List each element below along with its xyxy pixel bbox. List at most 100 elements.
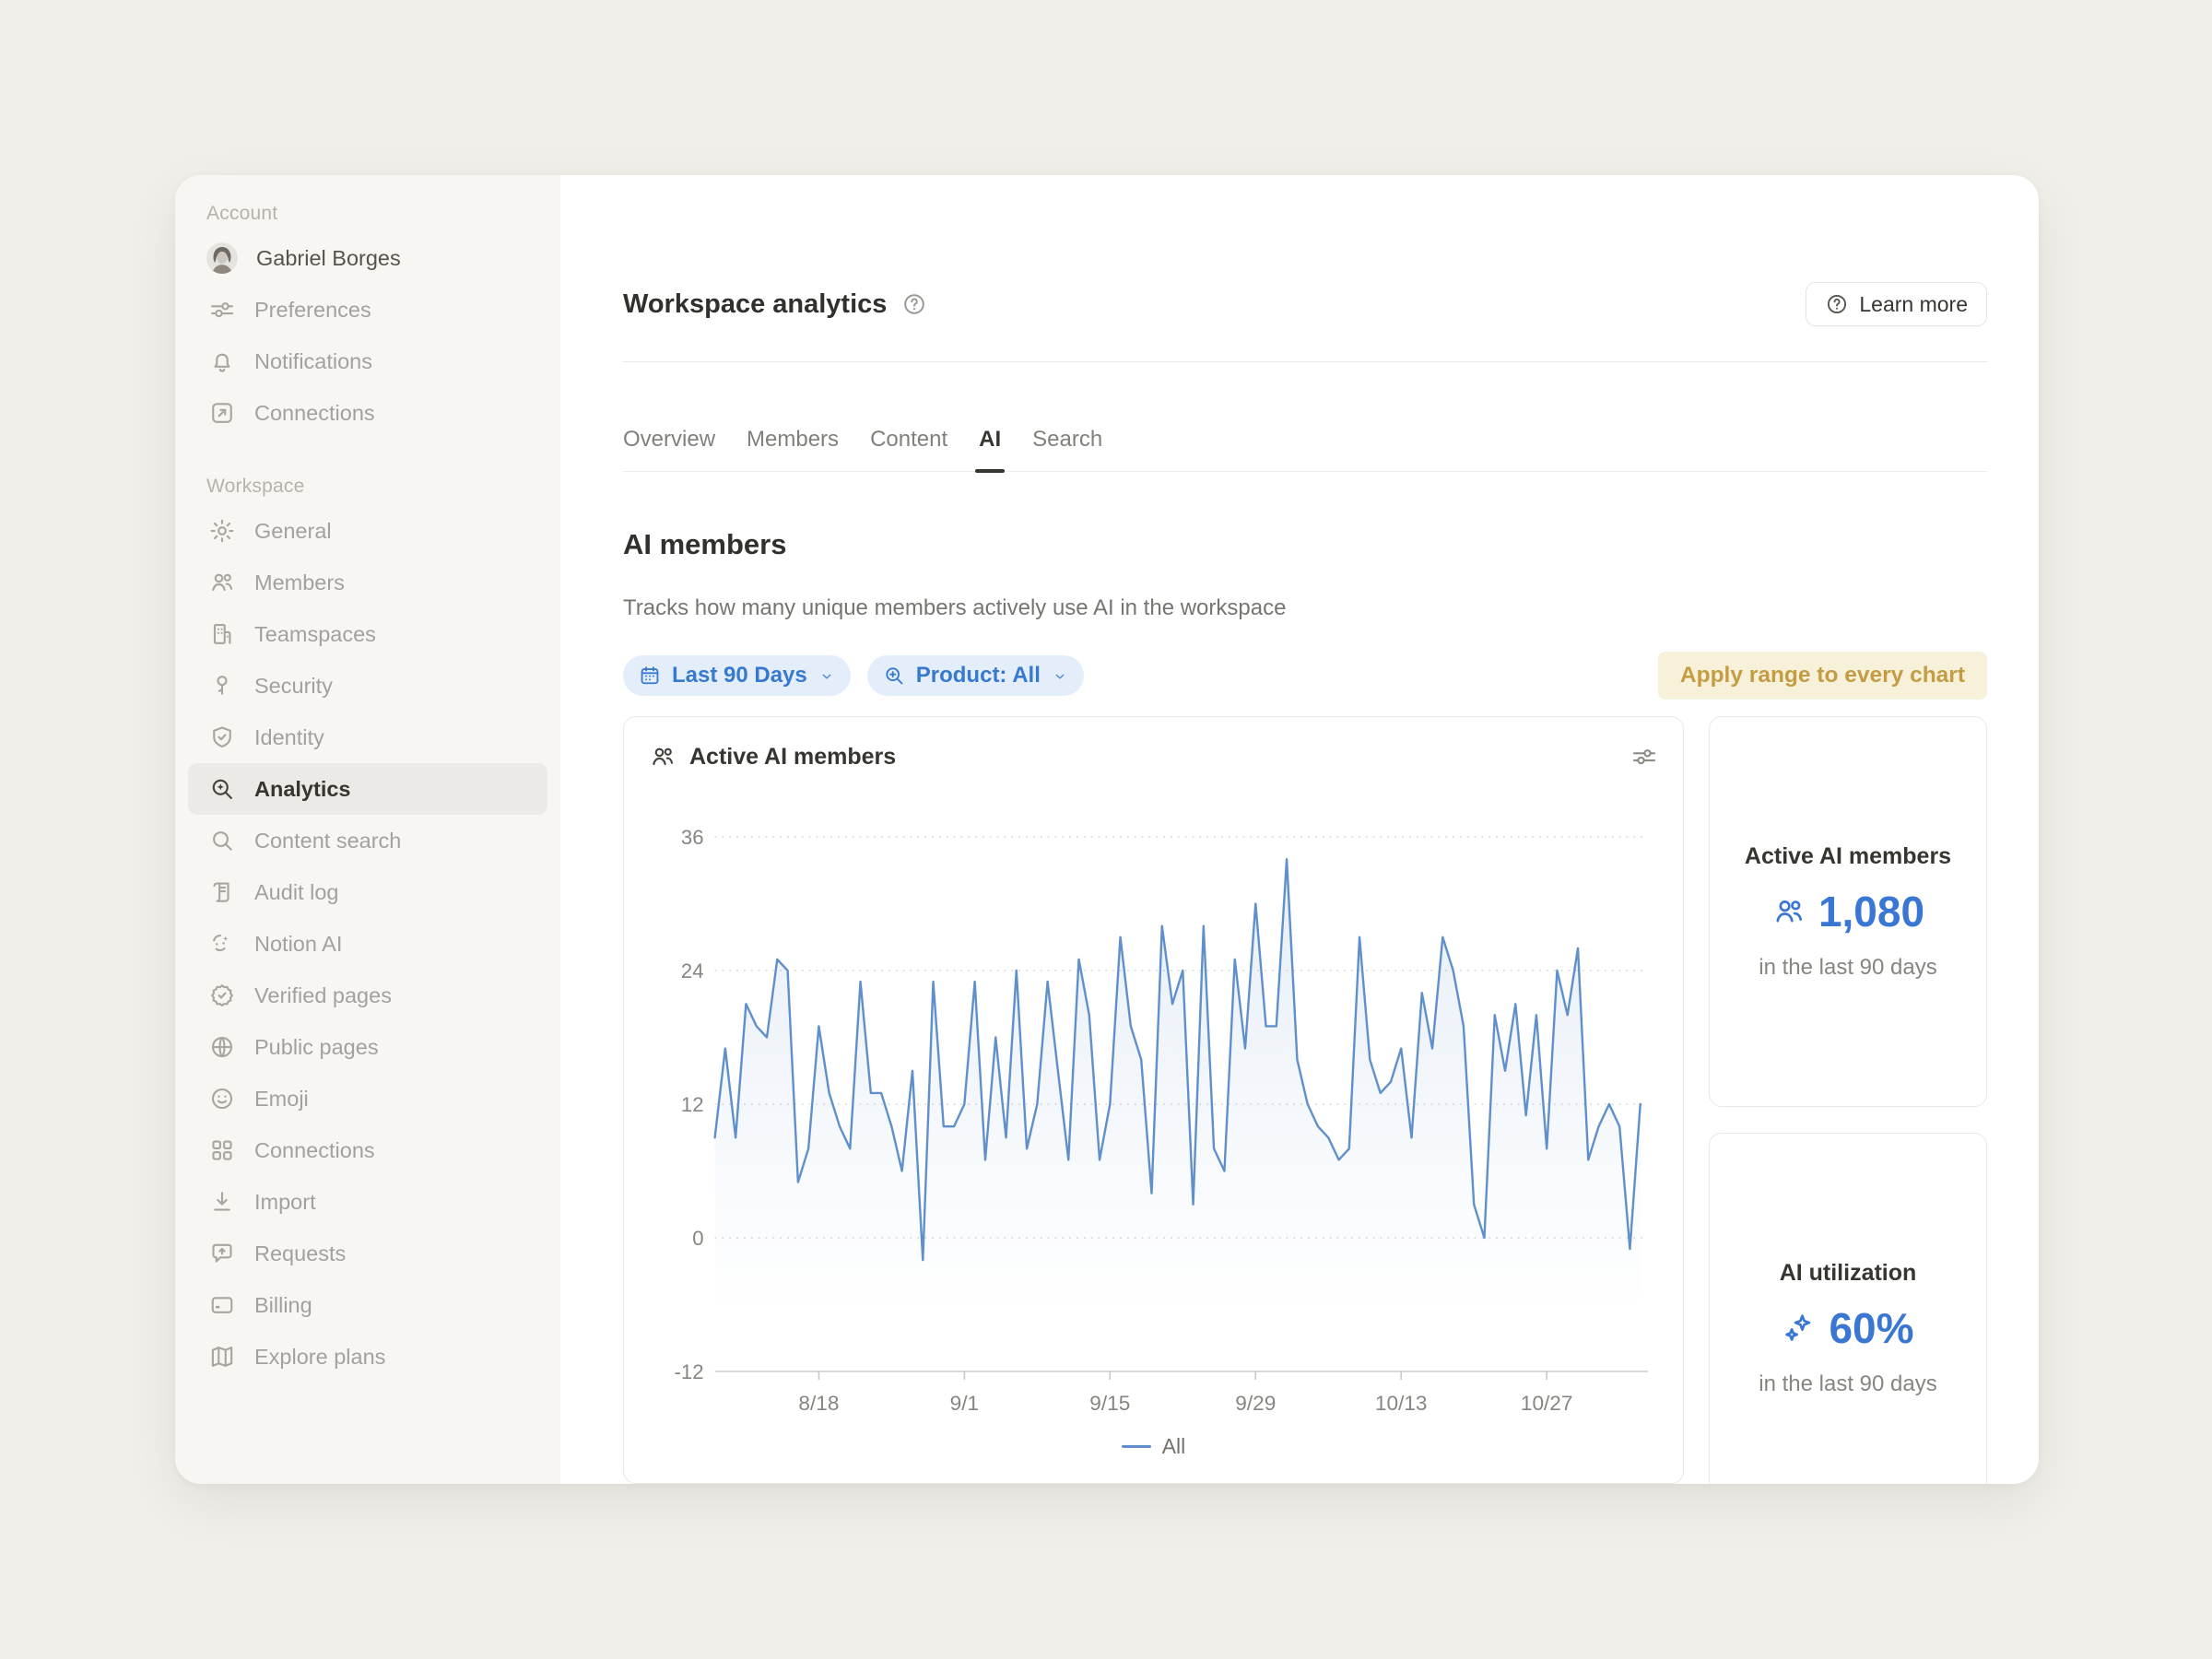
- stat-value: 60%: [1829, 1303, 1913, 1353]
- tab-content[interactable]: Content: [870, 427, 947, 471]
- sidebar-item-billing[interactable]: Billing: [188, 1279, 547, 1331]
- zoom-plus-icon: [882, 664, 906, 688]
- stat-caption: in the last 90 days: [1759, 955, 1936, 981]
- sidebar-item-emoji[interactable]: Emoji: [188, 1073, 547, 1124]
- sidebar-item-notion-ai[interactable]: Notion AI: [188, 918, 547, 970]
- y-axis-tick-label: 36: [681, 826, 704, 849]
- x-axis-tick-label: 10/13: [1375, 1392, 1428, 1415]
- external-link-icon: [208, 399, 236, 427]
- active-ai-members-line-chart: 3624120-128/189/19/159/2910/1310/27: [624, 717, 1683, 1484]
- sidebar-item-label: Identity: [254, 725, 324, 750]
- page-header: Workspace analytics Learn more: [623, 278, 1987, 330]
- sidebar-item-audit-log[interactable]: Audit log: [188, 866, 547, 918]
- sidebar-section-gap: [186, 439, 549, 466]
- sidebar-item-import[interactable]: Import: [188, 1176, 547, 1228]
- sidebar-item-label: Public pages: [254, 1035, 379, 1060]
- sidebar-item-connections[interactable]: Connections: [188, 1124, 547, 1176]
- section-heading: AI members: [623, 525, 1987, 564]
- tab-ai[interactable]: AI: [979, 427, 1001, 471]
- sidebar-item-label: Teamspaces: [254, 622, 376, 647]
- stat-caption: in the last 90 days: [1759, 1371, 1936, 1397]
- tab-overview[interactable]: Overview: [623, 427, 715, 471]
- sparkles-icon: [1782, 1311, 1817, 1346]
- chart-options-icon[interactable]: [1630, 743, 1658, 771]
- sidebar-item-public-pages[interactable]: Public pages: [188, 1021, 547, 1073]
- people-icon: [208, 569, 236, 596]
- sidebar-item-label: Connections: [254, 401, 375, 426]
- help-circle-icon: [1825, 292, 1849, 316]
- page-title: Workspace analytics: [623, 289, 887, 320]
- scroll-icon: [208, 878, 236, 906]
- sidebar-item-label: Preferences: [254, 298, 371, 323]
- avatar: [206, 242, 238, 274]
- sidebar-item-teamspaces[interactable]: Teamspaces: [188, 608, 547, 660]
- map-icon: [208, 1343, 236, 1371]
- stat-title: AI utilization: [1780, 1260, 1917, 1287]
- key-icon: [208, 672, 236, 700]
- shield-check-icon: [208, 724, 236, 751]
- stat-value-row: 1,080: [1771, 887, 1924, 936]
- sidebar-item-label: Notion AI: [254, 932, 342, 957]
- x-axis-tick-label: 9/15: [1089, 1392, 1130, 1415]
- sidebar-section-label-workspace: Workspace: [186, 466, 549, 505]
- sidebar-item-label: Import: [254, 1190, 316, 1215]
- sidebar-item-general[interactable]: General: [188, 505, 547, 557]
- sidebar-sections: Account Gabriel Borges Preferences Notifica…: [186, 194, 549, 1382]
- desktop-background: { "sidebar": { "sections": [ { "label": …: [0, 0, 2212, 1659]
- product-filter[interactable]: Product: All: [867, 655, 1084, 696]
- sidebar-item-label: Gabriel Borges: [256, 246, 401, 271]
- bell-icon: [208, 347, 236, 375]
- y-axis-tick-label: 24: [681, 959, 704, 982]
- gear-icon: [208, 517, 236, 545]
- sidebar-item-label: Billing: [254, 1293, 312, 1318]
- sidebar-item-label: Analytics: [254, 777, 351, 802]
- active-ai-members-chart-card: 3624120-128/189/19/159/2910/1310/27 Acti…: [623, 716, 1684, 1484]
- verified-badge-icon: [208, 982, 236, 1009]
- credit-card-icon: [208, 1291, 236, 1319]
- date-range-filter[interactable]: Last 90 Days: [623, 655, 851, 696]
- chart-title: Active AI members: [689, 744, 1618, 771]
- x-axis-tick-label: 10/27: [1521, 1392, 1573, 1415]
- legend-line-swatch: [1122, 1445, 1151, 1449]
- sidebar-item-connections[interactable]: Connections: [188, 387, 547, 439]
- sidebar-item-notifications[interactable]: Notifications: [188, 335, 547, 387]
- stat-card-ai-utilization: AI utilization 60% in the last 90 days: [1709, 1133, 1987, 1484]
- calendar-icon: [638, 664, 662, 688]
- sidebar-item-label: Members: [254, 571, 345, 595]
- globe-icon: [208, 1033, 236, 1061]
- request-icon: [208, 1240, 236, 1267]
- sidebar-item-label: Emoji: [254, 1087, 309, 1112]
- tab-members[interactable]: Members: [747, 427, 839, 471]
- sidebar-item-verified-pages[interactable]: Verified pages: [188, 970, 547, 1021]
- sidebar-item-members[interactable]: Members: [188, 557, 547, 608]
- product-filter-label: Product: All: [916, 663, 1041, 688]
- sidebar-section-label-account: Account: [186, 194, 549, 232]
- y-axis-tick-label: -12: [675, 1360, 704, 1383]
- import-icon: [208, 1188, 236, 1216]
- analytics-tabs: Overview Members Content AI Search: [623, 362, 1987, 472]
- sidebar-item-explore-plans[interactable]: Explore plans: [188, 1331, 547, 1382]
- sidebar-item-content-search[interactable]: Content search: [188, 815, 547, 866]
- sidebar-item-analytics[interactable]: Analytics: [188, 763, 547, 815]
- people-icon: [649, 743, 677, 771]
- smile-icon: [208, 1085, 236, 1112]
- sidebar-item-gabriel-borges[interactable]: Gabriel Borges: [188, 232, 547, 284]
- tab-search[interactable]: Search: [1032, 427, 1102, 471]
- chevron-down-icon: [818, 666, 836, 685]
- stat-value-row: 60%: [1782, 1303, 1913, 1353]
- learn-more-button[interactable]: Learn more: [1806, 282, 1987, 326]
- sidebar-item-label: Verified pages: [254, 983, 392, 1008]
- apply-range-button[interactable]: Apply range to every chart: [1658, 652, 1987, 700]
- y-axis-tick-label: 12: [681, 1093, 704, 1116]
- sidebar-item-security[interactable]: Security: [188, 660, 547, 712]
- section-description: Tracks how many unique members actively …: [623, 594, 1987, 622]
- building-icon: [208, 620, 236, 648]
- x-axis-tick-label: 9/1: [950, 1392, 979, 1415]
- sidebar-item-preferences[interactable]: Preferences: [188, 284, 547, 335]
- people-icon: [1771, 894, 1806, 929]
- sidebar-item-identity[interactable]: Identity: [188, 712, 547, 763]
- sidebar-item-requests[interactable]: Requests: [188, 1228, 547, 1279]
- help-icon[interactable]: [901, 291, 927, 317]
- series-area-all: [715, 859, 1641, 1371]
- stat-value: 1,080: [1818, 887, 1924, 936]
